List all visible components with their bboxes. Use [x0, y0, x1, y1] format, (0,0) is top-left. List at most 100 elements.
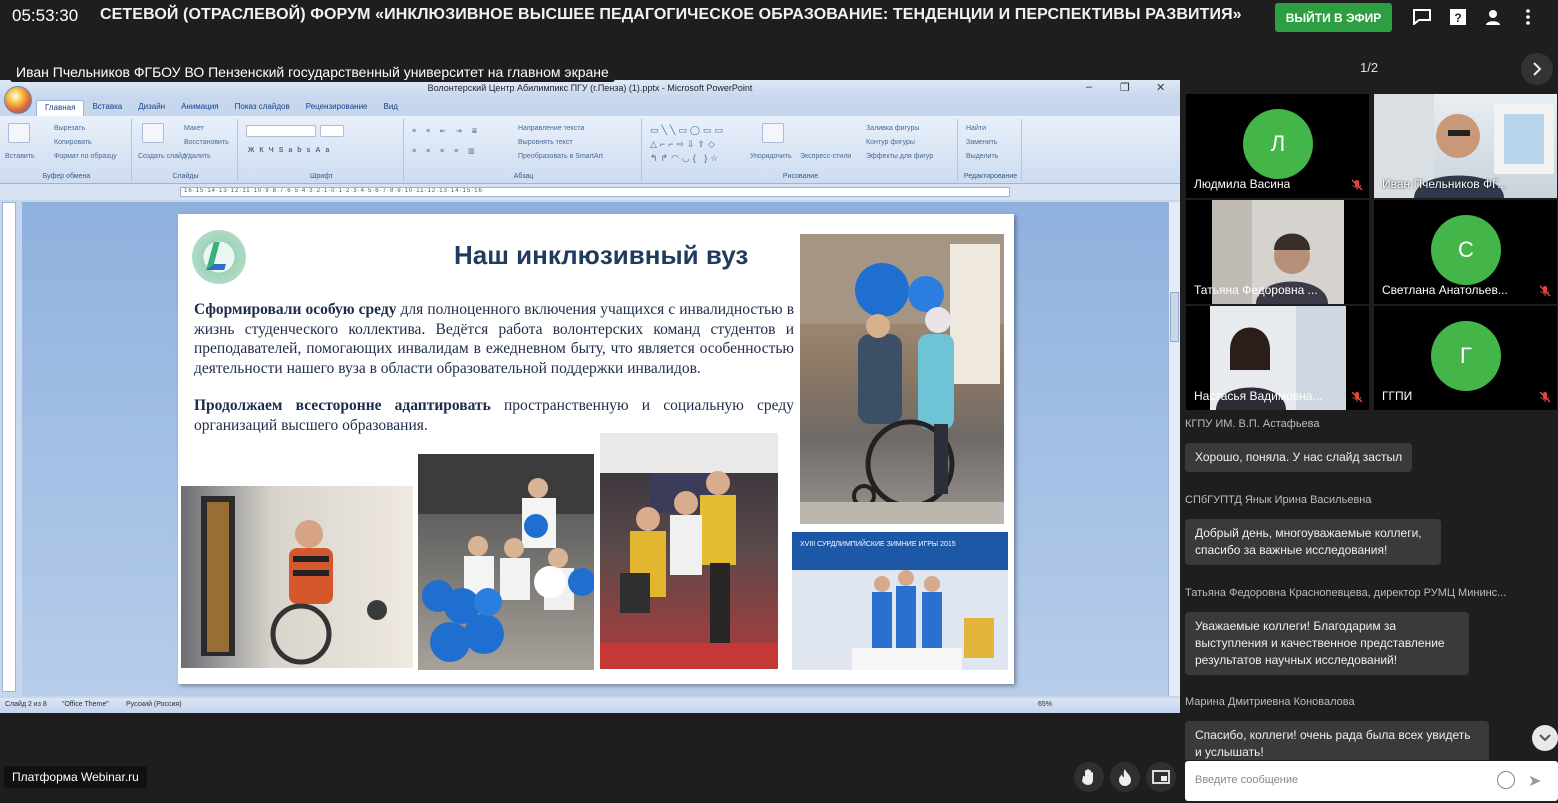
presenter-caption: Иван Пчельников ФГБОУ ВО Пензенский госу…: [10, 62, 615, 82]
emoji-icon[interactable]: [1497, 771, 1515, 789]
ribbon-label: Макет: [184, 125, 204, 132]
ribbon-group-clipboard: Вставить Вырезать Копировать Формат по о…: [2, 119, 132, 181]
chat-author: Марина Дмитриевна Коновалова: [1185, 696, 1355, 708]
avatar: Л: [1243, 109, 1313, 179]
mic-off-icon: [1539, 285, 1551, 297]
slide-paragraph-bold: Сформировали особую среду: [194, 301, 397, 318]
participant-tile[interactable]: Л Людмила Васина: [1186, 94, 1369, 198]
participant-tile[interactable]: Г ГГПИ: [1374, 306, 1557, 410]
send-icon[interactable]: ➤: [1528, 771, 1541, 791]
screen-icon: [1152, 770, 1170, 784]
chat-message: Спасибо, коллеги! очень рада была всех у…: [1185, 721, 1489, 760]
slide-paragraph: Сформировали особую среду для полноценно…: [194, 300, 794, 378]
leave-broadcast-button[interactable]: ВЫЙТИ В ЭФИР: [1275, 3, 1392, 32]
photo-wheelchair-balloons: [800, 234, 1004, 524]
font-name-field: [246, 125, 316, 137]
ribbon-tab: Главная: [36, 100, 85, 116]
ribbon-label: Заменить: [966, 139, 998, 146]
chat-author: СПбГУПТД Янык Ирина Васильевна: [1185, 494, 1372, 506]
mic-off-icon: [1539, 391, 1551, 403]
ribbon-tab: Рецензирование: [305, 102, 368, 111]
participant-tile[interactable]: Татьяна Федоровна ...: [1186, 200, 1369, 304]
chevron-right-icon: [1533, 62, 1542, 76]
participant-name: Людмила Васина: [1194, 177, 1291, 191]
scrollbar-thumb: [1170, 292, 1179, 342]
ribbon-group-label: Слайды: [172, 173, 199, 180]
align-icons: ≡ ≡ ≡ ≡ ▥: [412, 148, 479, 155]
ribbon-group-paragraph: ≡ ≡ ⇤ ⇥ ≣ ≡ ≡ ≡ ≡ ▥ Направление текста В…: [406, 119, 642, 181]
slide-heading: Наш инклюзивный вуз: [454, 240, 749, 270]
ribbon-label: Эффекты для фигур: [866, 153, 934, 160]
ribbon-label: Выровнять текст: [518, 139, 573, 146]
mic-off-icon: [1351, 179, 1363, 191]
chevron-down-icon: [1539, 734, 1551, 742]
fire-icon: [1119, 769, 1131, 786]
chat-author: КГПУ ИМ. В.П. Астафьева: [1185, 418, 1320, 430]
user-icon[interactable]: [1482, 6, 1504, 28]
ribbon-label: Вырезать: [54, 125, 86, 132]
photo-group-balloons: [418, 454, 594, 670]
ribbon-tab: Вставка: [92, 102, 123, 111]
ribbon-label: Упорядочить: [750, 153, 792, 160]
ribbon-tabs: Главная Вставка Дизайн Анимация Показ сл…: [36, 100, 406, 116]
font-size-field: [320, 125, 344, 137]
chat-panel[interactable]: КГПУ ИМ. В.П. Астафьева Хорошо, поняла. …: [1184, 410, 1554, 760]
scroll-down-button[interactable]: [1532, 725, 1558, 751]
avatar: С: [1431, 215, 1501, 285]
ribbon-group-label: Шрифт: [309, 173, 334, 180]
photo-deaflympics-podium: XVIII СУРДЛИМПИЙСКИЕ ЗИМНИЕ ИГРЫ 2015: [792, 532, 1008, 670]
participants-page-counter: 1/2: [1360, 60, 1379, 75]
message-input[interactable]: Введите сообщение ➤: [1185, 761, 1558, 801]
participant-tile[interactable]: Иван Пчельников ФГ...: [1374, 94, 1557, 198]
close-icon: ✕: [1156, 82, 1166, 94]
ribbon-label: Восстановить: [184, 139, 229, 146]
chat-message: Уважаемые коллеги! Благодарим за выступл…: [1185, 612, 1469, 675]
status-language: Русский (Россия): [126, 701, 182, 708]
chat-icon[interactable]: [1411, 6, 1433, 28]
minimize-icon: –: [1086, 81, 1093, 93]
office-button-icon: [4, 86, 32, 114]
next-page-button[interactable]: [1521, 53, 1553, 85]
participant-tile[interactable]: Настасья Вадимовна...: [1186, 306, 1369, 410]
clock: 05:53:30: [12, 6, 79, 25]
picture-in-picture-button[interactable]: [1146, 762, 1176, 792]
new-slide-icon: [142, 123, 164, 143]
font-format-icons: ЖКЧSabsAa: [248, 147, 335, 154]
shapes-gallery-icon: ↰↱◠◡{ }☆: [650, 153, 722, 163]
ruler-scale: ·16·15·14·13·12·11·10·9·8·7·6·5·4·3·2·1·…: [180, 187, 1010, 197]
reactions-button[interactable]: [1110, 762, 1140, 792]
participant-name: Иван Пчельников ФГ...: [1382, 177, 1508, 191]
help-icon[interactable]: ?: [1447, 6, 1469, 28]
slide-paragraph: Продолжаем всесторонне адаптировать прос…: [194, 396, 794, 435]
participant-name: Татьяна Федоровна ...: [1194, 283, 1318, 297]
shapes-gallery-icon: ▭╲╲▭◯▭▭: [650, 125, 726, 135]
raise-hand-button[interactable]: [1074, 762, 1104, 792]
ribbon-group-label: Буфер обмена: [42, 173, 91, 180]
chat-message: Хорошо, поняла. У нас слайд застыл: [1185, 443, 1413, 472]
photo-student-wheelchair: [181, 486, 413, 668]
ribbon-group-slides: Создать слайд Макет Восстановить Удалить…: [134, 119, 238, 181]
ribbon-label: Экспресс-стили: [800, 153, 852, 160]
slide: Наш инклюзивный вуз Сформировали особую …: [178, 214, 1014, 684]
photo-athletes-medals: [600, 433, 778, 669]
top-bar: 05:53:30 СЕТЕВОЙ (ОТРАСЛЕВОЙ) ФОРУМ «ИНК…: [0, 0, 1558, 34]
restore-icon: ❐: [1120, 82, 1130, 94]
participant-tile[interactable]: С Светлана Анатольев...: [1374, 200, 1557, 304]
ppt-window-title: Волонтерский Центр Абилимпикс ПГУ (г.Пен…: [427, 83, 753, 93]
event-title: СЕТЕВОЙ (ОТРАСЛЕВОЙ) ФОРУМ «ИНКЛЮЗИВНОЕ …: [100, 6, 1242, 23]
svg-text:?: ?: [1454, 11, 1461, 25]
chat-author: Татьяна Федоровна Краснопевцева, директо…: [1185, 587, 1507, 599]
shapes-gallery-icon: △⌐⌐⇨⇩⇧◇: [650, 139, 718, 149]
ppt-statusbar: Слайд 2 из 8 "Office Theme" Русский (Рос…: [0, 698, 1180, 713]
ribbon-label: Направление текста: [518, 125, 585, 132]
ribbon-label: Контур фигуры: [866, 139, 915, 146]
ribbon-label: Формат по образцу: [54, 153, 117, 160]
avatar: Г: [1431, 321, 1501, 391]
ribbon-group-label: Редактирование: [963, 173, 1018, 180]
platform-badge[interactable]: Платформа Webinar.ru: [4, 766, 147, 788]
ribbon-tab: Анимация: [181, 102, 219, 111]
status-slide-count: Слайд 2 из 8: [5, 701, 47, 708]
ribbon-tab: Вид: [383, 102, 398, 111]
more-icon[interactable]: [1517, 6, 1539, 28]
ribbon-group-editing: Найти Заменить Выделить Редактирование: [960, 119, 1022, 181]
